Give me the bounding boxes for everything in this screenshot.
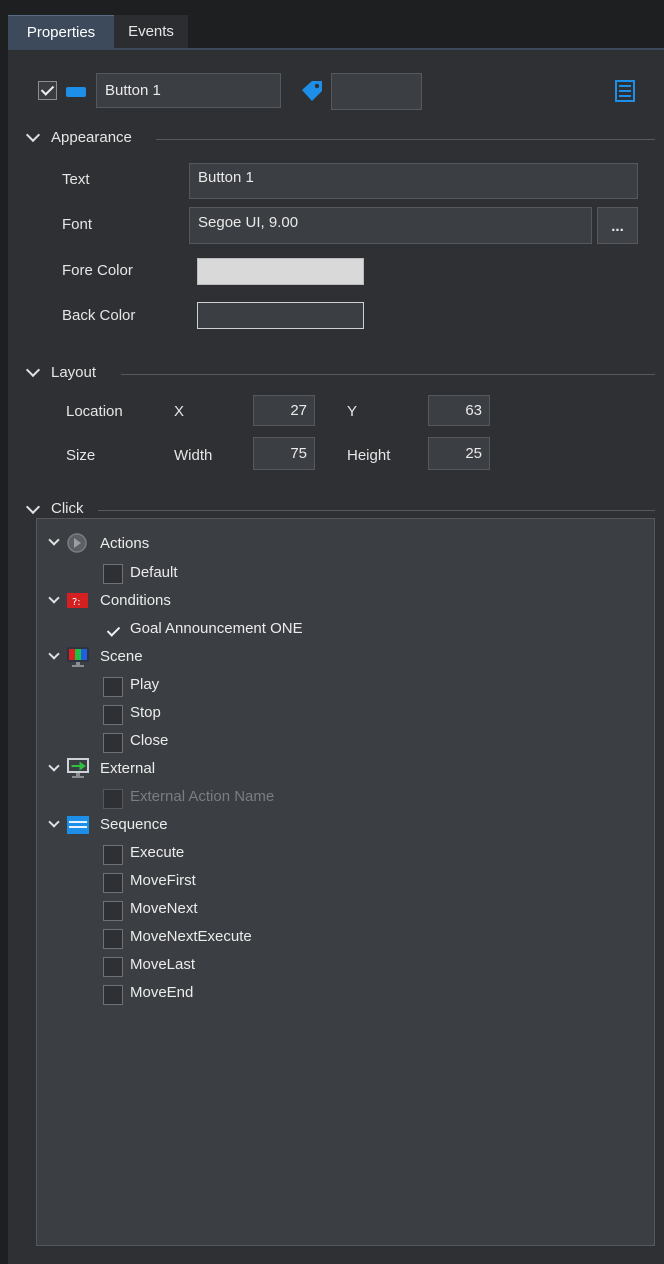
x-field[interactable]: 27 <box>253 395 315 426</box>
tree-group-actions[interactable]: Actions <box>100 535 149 552</box>
layout-grid-icon[interactable] <box>614 79 636 103</box>
size-label: Size <box>66 447 96 464</box>
tree-item-play[interactable]: Play <box>130 676 159 693</box>
tree-item-moveend[interactable]: MoveEnd <box>130 984 193 1001</box>
movenext-checkbox[interactable] <box>103 901 123 921</box>
tag-icon <box>298 78 326 104</box>
tree-group-scene[interactable]: Scene <box>100 648 143 665</box>
stop-checkbox[interactable] <box>103 705 123 725</box>
height-field[interactable]: 25 <box>428 437 490 470</box>
tree-item-default[interactable]: Default <box>130 564 178 581</box>
text-field[interactable]: Button 1 <box>189 163 638 199</box>
tab-properties[interactable]: Properties <box>8 15 114 49</box>
sequence-chevron-icon[interactable] <box>48 816 60 828</box>
y-label: Y <box>347 403 358 420</box>
tree-group-conditions[interactable]: Conditions <box>100 592 171 609</box>
execute-checkbox[interactable] <box>103 845 123 865</box>
fore-color-swatch[interactable] <box>197 258 364 285</box>
play-checkbox[interactable] <box>103 677 123 697</box>
font-label: Font <box>62 216 93 233</box>
goal-announcement-checkbox[interactable] <box>103 621 123 641</box>
fore-color-label: Fore Color <box>62 262 133 279</box>
font-field[interactable]: Segoe UI, 9.00 <box>189 207 592 244</box>
movefirst-checkbox[interactable] <box>103 873 123 893</box>
location-label: Location <box>66 403 123 420</box>
text-label: Text <box>62 171 90 188</box>
conditions-icon: ?: <box>67 591 89 610</box>
scene-chevron-icon[interactable] <box>48 648 60 660</box>
external-chevron-icon[interactable] <box>48 760 60 772</box>
click-divider <box>98 510 655 511</box>
tree-group-external[interactable]: External <box>100 760 155 777</box>
close-checkbox[interactable] <box>103 733 123 753</box>
x-label: X <box>174 403 185 420</box>
layout-divider <box>121 374 655 375</box>
actions-icon <box>66 532 88 554</box>
tree-item-goal-announcement[interactable]: Goal Announcement ONE <box>130 620 303 637</box>
moveend-checkbox[interactable] <box>103 985 123 1005</box>
back-color-swatch[interactable] <box>197 302 364 329</box>
tree-item-movenext[interactable]: MoveNext <box>130 900 198 917</box>
layout-title: Layout <box>51 364 97 381</box>
external-action-checkbox <box>103 789 123 809</box>
default-checkbox[interactable] <box>103 564 123 584</box>
appearance-divider <box>156 139 655 140</box>
actions-chevron-icon[interactable] <box>48 534 60 546</box>
conditions-chevron-icon[interactable] <box>48 592 60 604</box>
font-picker-button[interactable]: ... <box>597 207 638 244</box>
y-field[interactable]: 63 <box>428 395 490 426</box>
tree-group-sequence[interactable]: Sequence <box>100 816 168 833</box>
name-field[interactable]: Button 1 <box>96 73 281 108</box>
width-label: Width <box>174 447 213 464</box>
tree-item-external-action: External Action Name <box>130 788 275 805</box>
sequence-icon <box>66 815 90 835</box>
width-field[interactable]: 75 <box>253 437 315 470</box>
tag-field[interactable] <box>331 73 422 110</box>
tree-item-movenextexecute[interactable]: MoveNextExecute <box>130 928 252 945</box>
tree-item-movelast[interactable]: MoveLast <box>130 956 195 973</box>
movenextexecute-checkbox[interactable] <box>103 929 123 949</box>
scene-icon <box>66 646 90 668</box>
enabled-checkbox[interactable] <box>38 81 57 100</box>
back-color-label: Back Color <box>62 307 136 324</box>
tree-item-stop[interactable]: Stop <box>130 704 161 721</box>
tab-bar: Properties Events <box>0 0 664 50</box>
tab-events[interactable]: Events <box>114 15 188 48</box>
click-title: Click <box>51 500 84 517</box>
button-type-icon <box>62 85 90 97</box>
appearance-title: Appearance <box>51 129 132 146</box>
svg-text:?:: ?: <box>72 597 81 608</box>
tree-item-movefirst[interactable]: MoveFirst <box>130 872 196 889</box>
external-icon <box>66 757 90 779</box>
tree-item-close[interactable]: Close <box>130 732 168 749</box>
tree-item-execute[interactable]: Execute <box>130 844 184 861</box>
height-label: Height <box>347 447 391 464</box>
click-action-tree: Actions Default ?: Conditions Goal Annou… <box>36 518 655 1246</box>
movelast-checkbox[interactable] <box>103 957 123 977</box>
